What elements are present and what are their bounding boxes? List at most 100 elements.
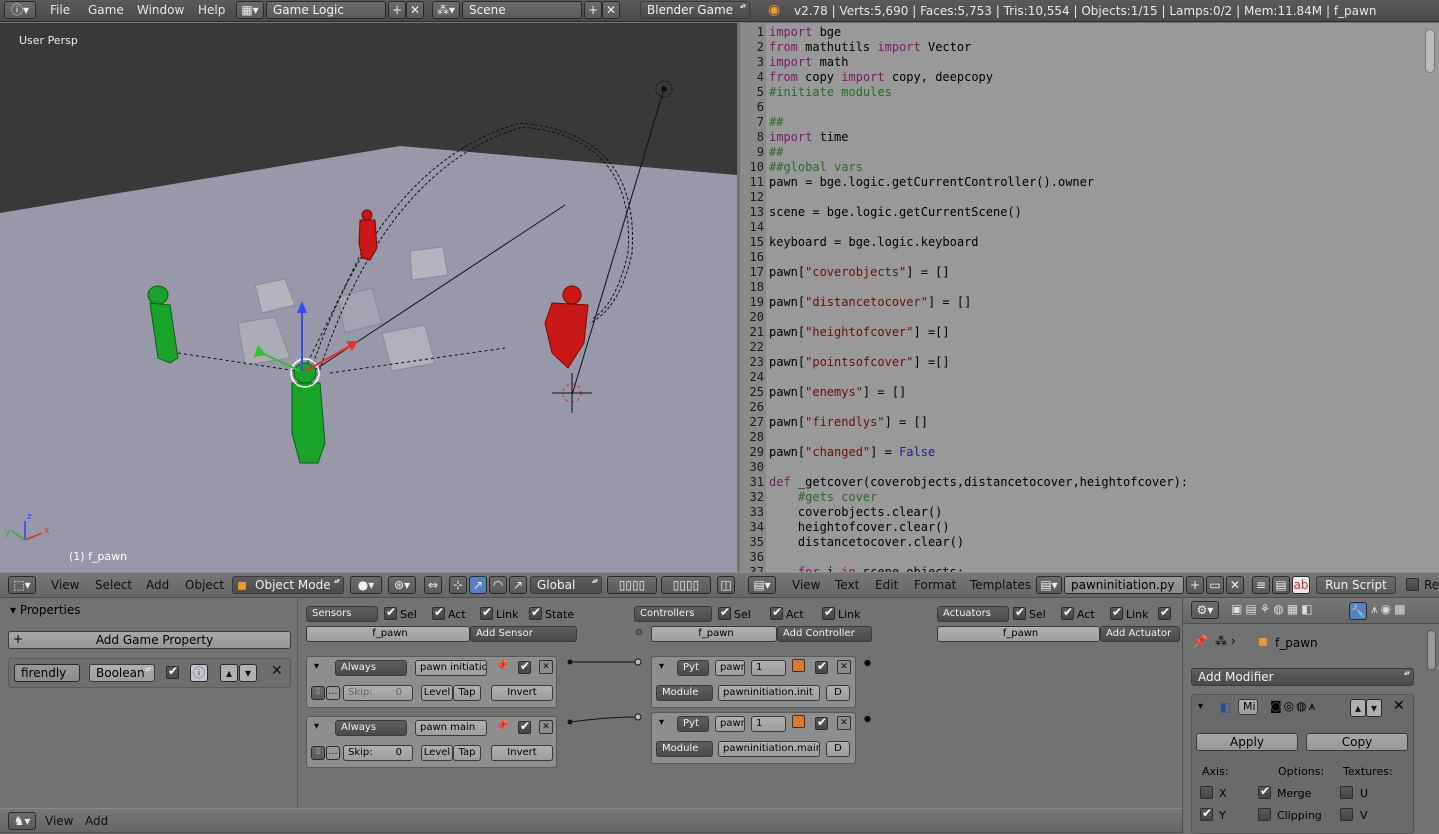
code-line[interactable]: coverobjects.clear()	[769, 505, 943, 519]
pulse-true-icon[interactable]: ⦙⦙	[311, 746, 325, 760]
invert-button[interactable]: Invert	[491, 685, 553, 701]
remove-controller-icon[interactable]: ✕	[837, 660, 851, 674]
code-line[interactable]: pawn["changed"] = False	[769, 445, 935, 459]
register-checkbox[interactable]	[1406, 578, 1419, 591]
editor-type-properties-icon[interactable]: ⚙▾	[1191, 601, 1219, 619]
controller-active-checkbox[interactable]	[815, 715, 828, 730]
move-down-icon[interactable]: ▾	[239, 664, 257, 682]
properties-title[interactable]: ▾ Properties	[10, 603, 81, 617]
viewport-scene[interactable]	[0, 23, 737, 572]
code-line[interactable]: heightofcover.clear()	[769, 520, 950, 534]
state-icon[interactable]	[792, 715, 805, 728]
rotate-icon[interactable]: ↗	[469, 576, 487, 594]
code-line[interactable]: #initiate modules	[769, 85, 892, 99]
debug-button[interactable]: D	[826, 685, 850, 701]
actuators-menu[interactable]: Actuators	[937, 606, 1009, 622]
controller-name-field[interactable]: pawn	[715, 660, 745, 676]
editor-type-3d-icon[interactable]: ⬚▾	[8, 576, 36, 594]
code-line[interactable]: ##global vars	[769, 160, 863, 174]
layers2-icon[interactable]: ▯▯▯▯	[661, 576, 711, 594]
code-scrollbar[interactable]	[1425, 29, 1435, 73]
execution-mode-select[interactable]: Module	[656, 741, 713, 757]
sensors-sel-checkbox[interactable]	[384, 605, 397, 620]
add-screen-icon[interactable]: +	[388, 1, 406, 19]
controller-name-field[interactable]: pawn	[715, 716, 745, 732]
controllers-object-field[interactable]: f_pawn	[651, 626, 777, 642]
open-text-icon[interactable]: ▭	[1206, 576, 1224, 594]
remove-property-icon[interactable]: ✕	[271, 663, 283, 679]
code-line[interactable]: ##	[769, 115, 783, 129]
code-line[interactable]: scene = bge.logic.getCurrentScene()	[769, 205, 1022, 219]
code-line[interactable]: pawn = bge.logic.getCurrentController().…	[769, 175, 1094, 189]
text-text-menu[interactable]: Text	[835, 578, 859, 592]
controllers-menu[interactable]: Controllers	[634, 606, 712, 622]
shading-icon[interactable]: ●▾	[350, 576, 382, 594]
text-edit-menu[interactable]: Edit	[875, 578, 898, 592]
property-name-field[interactable]: firendly	[14, 664, 80, 682]
modifier-display-icons[interactable]: ◙◎◍⩚	[1270, 699, 1317, 714]
debug-button[interactable]: D	[826, 741, 850, 757]
property-type-select[interactable]: Boolean	[89, 664, 155, 682]
code-line[interactable]: import time	[769, 130, 848, 144]
level-button[interactable]: Level	[421, 745, 453, 761]
axis-x-checkbox[interactable]	[1200, 786, 1213, 799]
controller-active-checkbox[interactable]	[815, 659, 828, 674]
move-up-icon[interactable]: ▴	[220, 664, 238, 682]
modifier-name-field[interactable]: Mi	[1238, 699, 1258, 715]
code-line[interactable]: pawn["coverobjects"] = []	[769, 265, 950, 279]
code-line[interactable]: ##	[769, 145, 783, 159]
scene-icon[interactable]: ⁂▾	[432, 1, 460, 19]
modifier-move-down-icon[interactable]: ▾	[1366, 699, 1382, 717]
controller-out-socket-icon[interactable]: ●	[864, 714, 871, 723]
code-line[interactable]: #gets cover	[769, 490, 877, 504]
add-sensor-select[interactable]: Add Sensor	[470, 626, 577, 642]
remove-sensor-icon[interactable]: ✕	[539, 660, 553, 674]
sensors-act-checkbox[interactable]	[432, 605, 445, 620]
controller-priority-field[interactable]: 1	[751, 716, 786, 732]
actuators-sel-checkbox[interactable]	[1013, 605, 1026, 620]
menu-help[interactable]: Help	[198, 3, 225, 17]
code-line[interactable]: def _getcover(coverobjects,distancetocov…	[769, 475, 1188, 489]
sensor-type-select[interactable]: Always	[335, 720, 407, 736]
screen-layout-field[interactable]: Game Logic	[266, 1, 386, 19]
controller-type-select[interactable]: Pyt	[677, 716, 709, 732]
editor-type-logic-icon[interactable]: ♞▾	[8, 812, 36, 830]
texture-u-checkbox[interactable]	[1340, 786, 1353, 799]
code-line[interactable]: from mathutils import Vector	[769, 40, 971, 54]
sensor-active-checkbox[interactable]	[518, 659, 531, 674]
sensor-type-select[interactable]: Always	[335, 660, 407, 676]
skip-field[interactable]: Skip: 0	[343, 745, 413, 761]
sensor-active-checkbox[interactable]	[518, 719, 531, 734]
actuators-object-field[interactable]: f_pawn	[937, 626, 1100, 642]
tap-button[interactable]: Tap	[453, 685, 481, 701]
add-modifier-select[interactable]: Add Modifier	[1191, 668, 1414, 686]
apply-button[interactable]: Apply	[1196, 733, 1298, 751]
controllers-sel-checkbox[interactable]	[718, 605, 731, 620]
modifiers-tab-icon[interactable]: 🔧	[1349, 602, 1367, 620]
text-editor[interactable]: 1 2 3 4 5 6 7 8 9 10 11 12 13 14 15 16 17 18 19 20 21 22 23 24 2…	[740, 23, 1439, 572]
code-line[interactable]: keyboard = bge.logic.keyboard	[769, 235, 979, 249]
menu-game[interactable]: Game	[88, 3, 124, 17]
engine-select[interactable]: Blender Game	[640, 1, 750, 19]
object-menu[interactable]: Object	[185, 578, 224, 592]
state-icon[interactable]	[792, 659, 805, 672]
remove-modifier-icon[interactable]: ✕	[1393, 698, 1405, 714]
collapse-icon[interactable]: ▾	[659, 717, 664, 728]
line-numbers-icon[interactable]: ≡	[1252, 576, 1270, 594]
scale-icon[interactable]: ◠	[489, 576, 507, 594]
logic-view-menu[interactable]: View	[45, 814, 73, 828]
debug-info-icon[interactable]: ⓘ	[190, 664, 208, 682]
unlink-text-icon[interactable]: ✕	[1226, 576, 1244, 594]
actuators-state-checkbox[interactable]	[1158, 605, 1171, 620]
add-controller-select[interactable]: Add Controller	[777, 626, 872, 642]
orientation-select[interactable]: Global	[530, 576, 602, 594]
copy-button[interactable]: Copy	[1306, 733, 1408, 751]
editor-type-text-icon[interactable]: ▤▾	[748, 576, 776, 594]
code-line[interactable]: from copy import copy, deepcopy	[769, 70, 993, 84]
extra-tabs-icons[interactable]: ⩚◉▩	[1371, 602, 1409, 617]
manipulator-icon[interactable]: ⇔	[424, 576, 442, 594]
properties-scrollbar[interactable]	[1427, 630, 1436, 670]
code-line[interactable]: for i in scene.objects:	[769, 565, 964, 572]
info-editor-type-icon[interactable]: ⓘ▾	[4, 1, 36, 19]
add-menu[interactable]: Add	[146, 578, 169, 592]
